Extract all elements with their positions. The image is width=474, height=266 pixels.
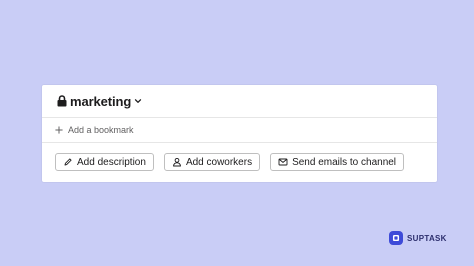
add-bookmark-label: Add a bookmark bbox=[68, 125, 134, 135]
channel-header: marketing bbox=[42, 85, 437, 118]
channel-actions: Add description Add coworkers Send email… bbox=[42, 143, 437, 181]
brand-name: SUPTASK bbox=[407, 233, 447, 243]
send-emails-button[interactable]: Send emails to channel bbox=[270, 153, 405, 171]
chevron-down-icon[interactable] bbox=[134, 97, 142, 105]
channel-card: marketing Add a bookmark Add description… bbox=[42, 85, 437, 182]
suptask-logo-icon bbox=[389, 231, 403, 245]
add-description-label: Add description bbox=[77, 156, 146, 168]
brand-watermark: SUPTASK bbox=[389, 231, 447, 245]
person-icon bbox=[172, 157, 181, 167]
send-emails-label: Send emails to channel bbox=[292, 156, 397, 168]
email-icon bbox=[278, 158, 288, 166]
add-description-button[interactable]: Add description bbox=[55, 153, 154, 171]
add-bookmark-button[interactable]: Add a bookmark bbox=[42, 118, 437, 143]
lock-icon bbox=[57, 95, 67, 107]
pencil-icon bbox=[64, 158, 72, 166]
plus-icon bbox=[55, 126, 63, 134]
channel-name[interactable]: marketing bbox=[70, 94, 131, 109]
add-coworkers-label: Add coworkers bbox=[185, 156, 253, 168]
add-coworkers-button[interactable]: Add coworkers bbox=[163, 153, 261, 171]
